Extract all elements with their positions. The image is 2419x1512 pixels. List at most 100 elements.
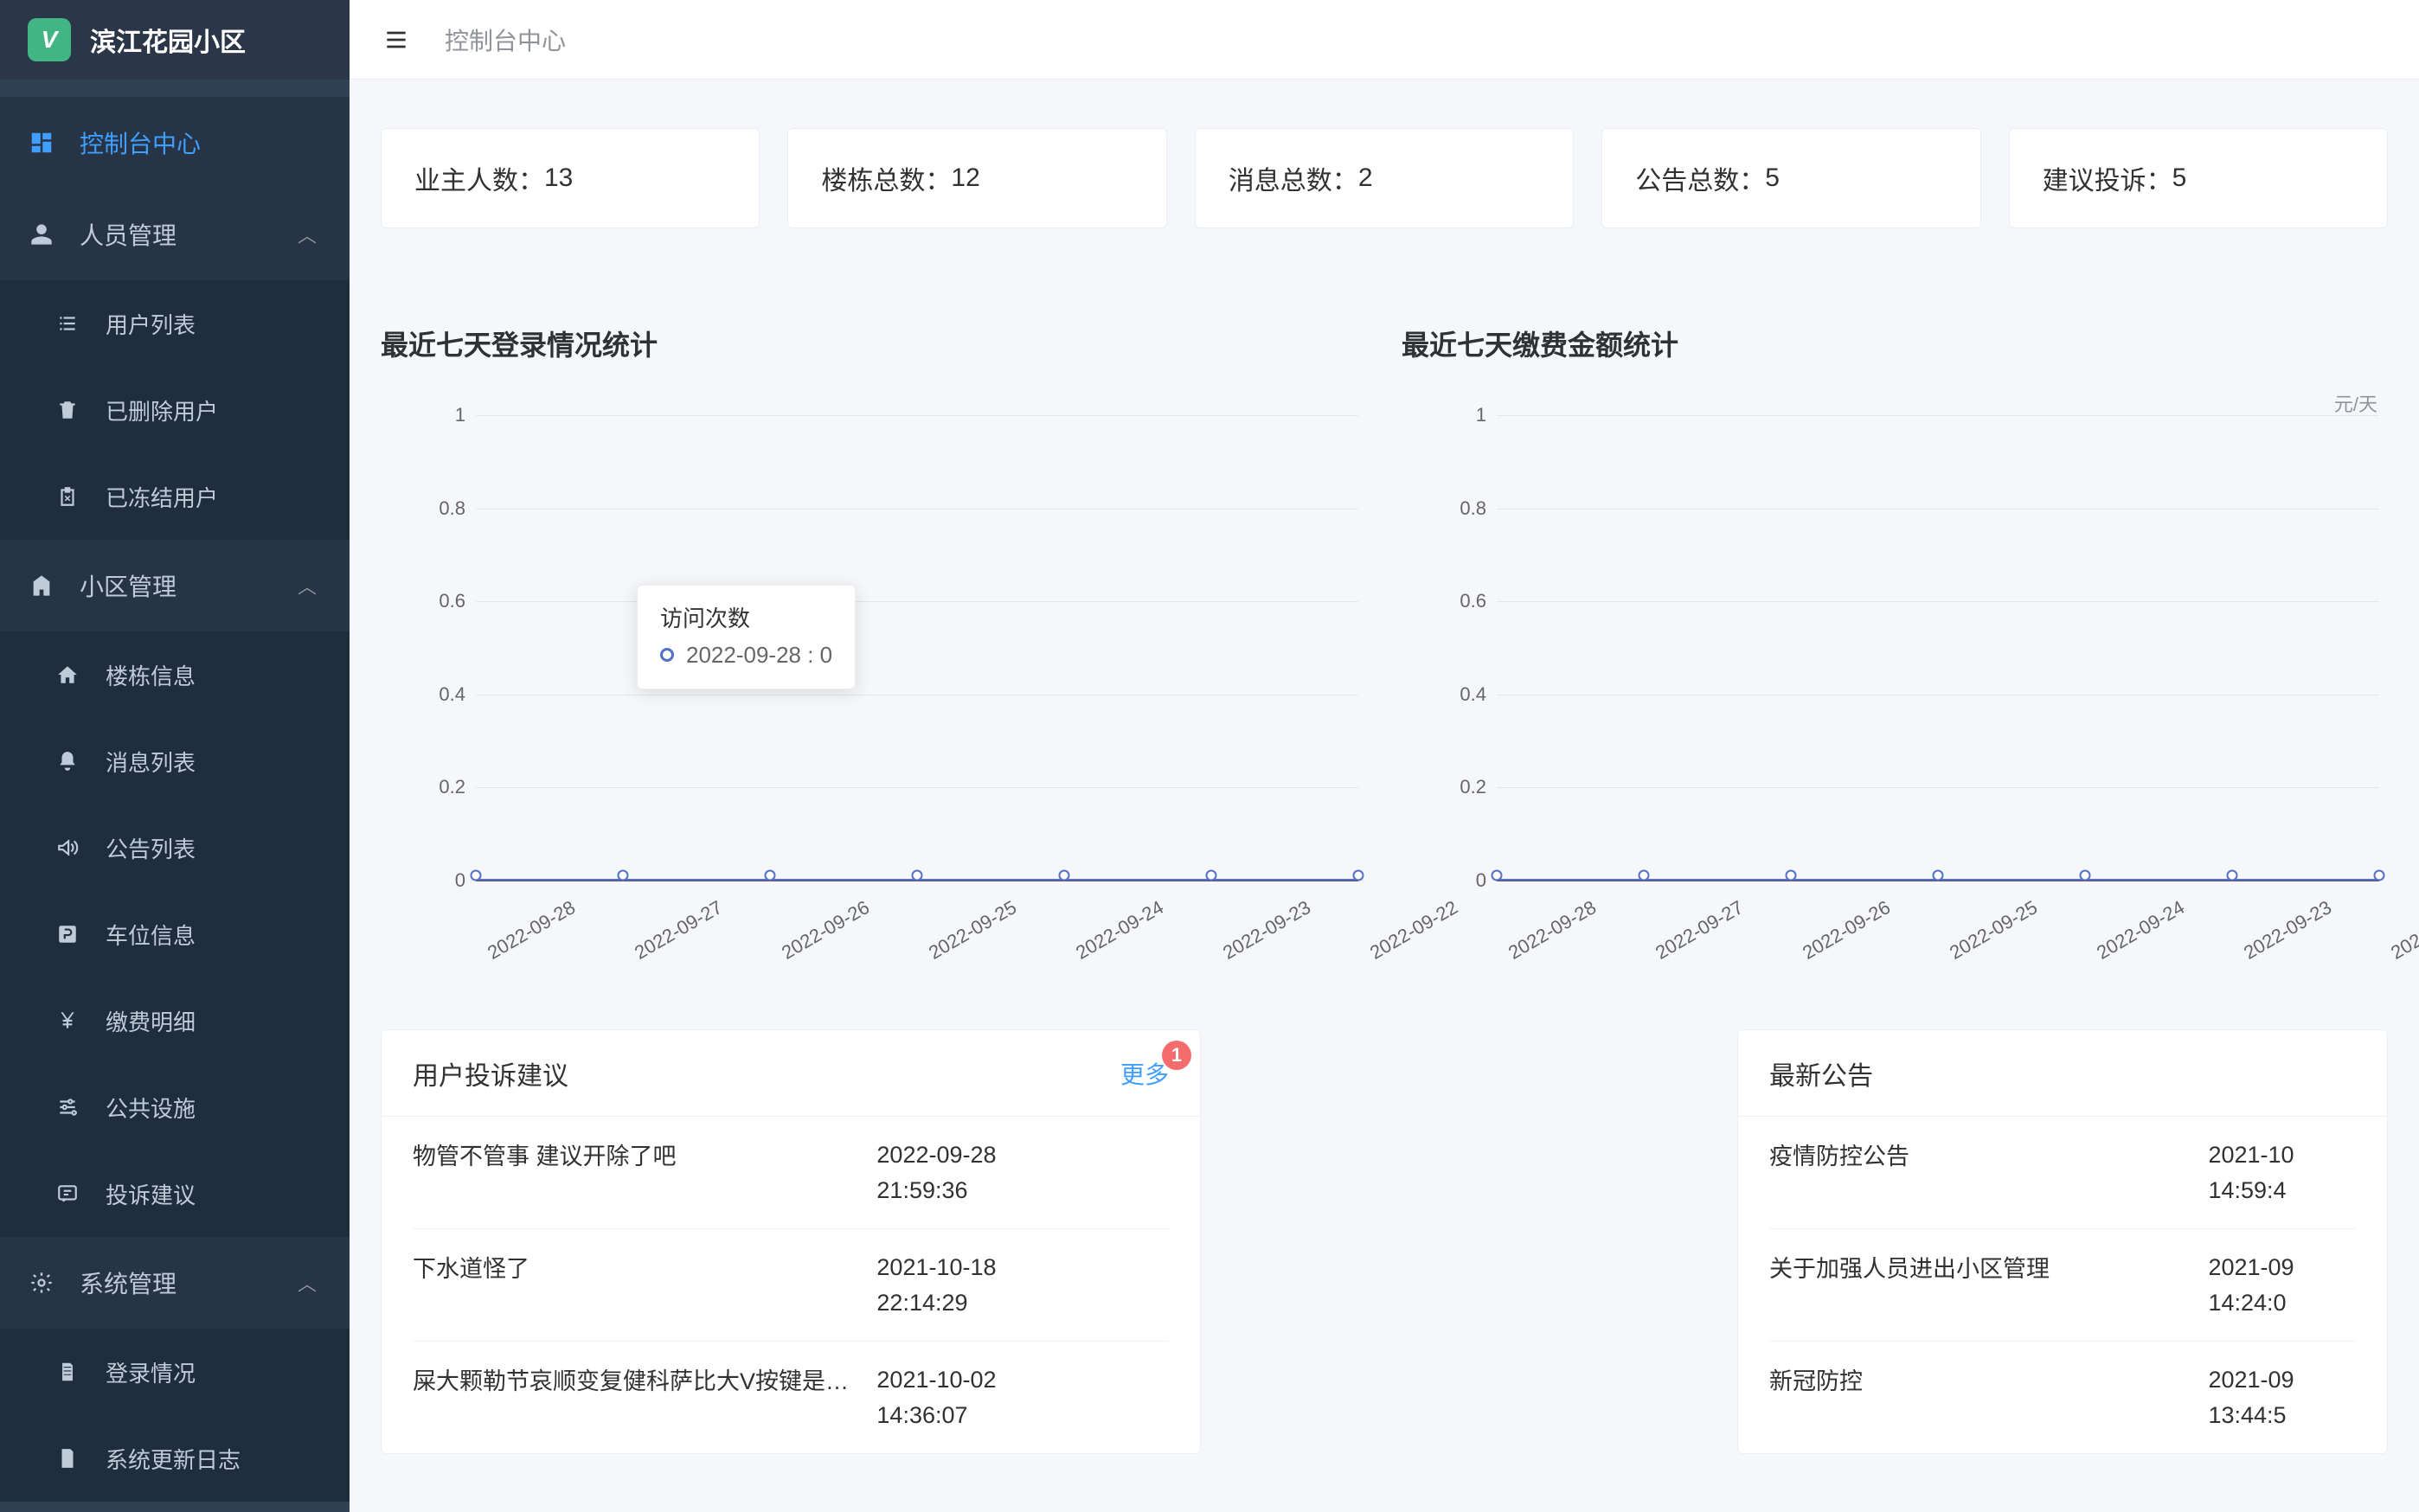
row-date: 2021-0914:24:0 bbox=[2208, 1250, 2356, 1320]
xtick: 2022-09-27 bbox=[1652, 896, 1747, 964]
chart-area[interactable]: 00.20.40.60.812022-09-282022-09-272022-0… bbox=[381, 415, 1367, 951]
xtick: 2022-09-24 bbox=[1072, 896, 1167, 964]
stat-label: 建议投诉： bbox=[2043, 159, 2172, 197]
sidebar-item-label: 登录情况 bbox=[106, 1356, 196, 1388]
list-item[interactable]: 物管不管事 建议开除了吧2022-09-2821:59:36 bbox=[413, 1117, 1169, 1229]
sidebar-group-community[interactable]: 小区管理 ︿ bbox=[0, 540, 350, 631]
toggle-sidebar-button[interactable] bbox=[382, 26, 410, 54]
panel-body: 物管不管事 建议开除了吧2022-09-2821:59:36下水道怪了2021-… bbox=[382, 1117, 1200, 1453]
sidebar-item-payment-details[interactable]: 缴费明细 bbox=[0, 977, 350, 1064]
xtick: 2022-09-23 bbox=[2240, 896, 2335, 964]
xtick: 2022-09-22 bbox=[2387, 896, 2419, 964]
sidebar-item-notice-list[interactable]: 公告列表 bbox=[0, 804, 350, 891]
row-date: 2022-09-2821:59:36 bbox=[876, 1137, 1169, 1208]
sidebar-item-message-list[interactable]: 消息列表 bbox=[0, 718, 350, 804]
gear-icon bbox=[26, 1271, 57, 1295]
data-point[interactable] bbox=[1639, 870, 1650, 881]
sidebar-group-system[interactable]: 系统管理 ︿ bbox=[0, 1237, 350, 1329]
chart-ylabel bbox=[381, 389, 1367, 410]
main: 控制台中心 业主人数：13 楼栋总数：12 消息总数：2 公告总数：5 建议投诉… bbox=[350, 0, 2419, 1512]
sidebar-group-personnel[interactable]: 人员管理 ︿ bbox=[0, 189, 350, 280]
row-title: 下水道怪了 bbox=[413, 1250, 876, 1320]
sidebar-item-login-log[interactable]: 登录情况 bbox=[0, 1329, 350, 1415]
sidebar-item-label: 系统更新日志 bbox=[106, 1443, 241, 1475]
yen-icon bbox=[52, 1009, 83, 1032]
data-point[interactable] bbox=[765, 870, 776, 881]
brand-title: 滨江花园小区 bbox=[90, 21, 246, 59]
data-point[interactable] bbox=[618, 870, 629, 881]
list-item[interactable]: 新冠防控2021-0913:44:5 bbox=[1769, 1342, 2356, 1453]
sidebar-item-building-info[interactable]: 楼栋信息 bbox=[0, 631, 350, 718]
ytick: 1 bbox=[1436, 404, 1486, 426]
sidebar-item-frozen-users[interactable]: 已冻结用户 bbox=[0, 453, 350, 540]
sidebar-item-label: 楼栋信息 bbox=[106, 659, 196, 691]
dashboard-icon bbox=[26, 130, 57, 156]
topbar: 控制台中心 bbox=[350, 0, 2419, 80]
brand-bar: V 滨江花园小区 bbox=[0, 0, 350, 80]
tooltip-title: 访问次数 bbox=[660, 601, 832, 637]
sidebar: V 滨江花园小区 控制台中心 人员管理 ︿ 用户列表 bbox=[0, 0, 350, 1512]
stat-label: 业主人数： bbox=[414, 159, 544, 197]
ytick: 0.4 bbox=[415, 683, 465, 706]
chevron-up-icon: ︿ bbox=[298, 221, 317, 248]
login-chart: 最近七天登录情况统计 00.20.40.60.812022-09-282022-… bbox=[381, 324, 1367, 951]
sidebar-item-label: 系统管理 bbox=[80, 1265, 176, 1300]
more-link[interactable]: 更多 1 bbox=[1120, 1056, 1169, 1091]
sidebar-item-parking-info[interactable]: 车位信息 bbox=[0, 891, 350, 977]
list-item[interactable]: 屎大颗勒节哀顺变复健科萨比大V按键是…2021-10-0214:36:07 bbox=[413, 1342, 1169, 1453]
data-point[interactable] bbox=[1933, 870, 1944, 881]
data-point[interactable] bbox=[1353, 870, 1364, 881]
panel-title: 最新公告 bbox=[1769, 1054, 1873, 1092]
sidebar-item-public-facilities[interactable]: 公共设施 bbox=[0, 1064, 350, 1150]
data-point[interactable] bbox=[912, 870, 923, 881]
sidebar-item-label: 小区管理 bbox=[80, 568, 176, 603]
list-item[interactable]: 疫情防控公告2021-1014:59:4 bbox=[1769, 1117, 2356, 1229]
notices-panel: 最新公告 疫情防控公告2021-1014:59:4关于加强人员进出小区管理202… bbox=[1737, 1029, 2388, 1454]
row-date: 2021-10-1822:14:29 bbox=[876, 1250, 1169, 1320]
stat-value: 5 bbox=[2172, 163, 2187, 193]
document-icon bbox=[52, 1447, 83, 1470]
stat-value: 5 bbox=[1765, 163, 1780, 193]
row-title: 新冠防控 bbox=[1769, 1362, 2208, 1432]
sidebar-item-label: 已冻结用户 bbox=[106, 481, 218, 513]
panel-title: 用户投诉建议 bbox=[413, 1054, 568, 1092]
sidebar-item-update-log[interactable]: 系统更新日志 bbox=[0, 1415, 350, 1502]
xtick: 2022-09-23 bbox=[1219, 896, 1314, 964]
data-point[interactable] bbox=[1059, 870, 1070, 881]
stat-value: 2 bbox=[1358, 163, 1373, 193]
sidebar-item-label: 车位信息 bbox=[106, 919, 196, 951]
data-point[interactable] bbox=[2227, 870, 2238, 881]
stat-value: 12 bbox=[951, 163, 979, 193]
data-point[interactable] bbox=[2374, 870, 2385, 881]
sidebar-item-deleted-users[interactable]: 已删除用户 bbox=[0, 367, 350, 453]
data-point[interactable] bbox=[471, 870, 482, 881]
data-point[interactable] bbox=[1206, 870, 1217, 881]
row-date: 2021-0913:44:5 bbox=[2208, 1362, 2356, 1432]
message-icon bbox=[52, 1182, 83, 1205]
sidebar-item-label: 公共设施 bbox=[106, 1092, 196, 1124]
chevron-up-icon: ︿ bbox=[298, 1269, 317, 1297]
data-point[interactable] bbox=[2080, 870, 2091, 881]
tooltip-marker-icon bbox=[660, 648, 674, 662]
list-item[interactable]: 关于加强人员进出小区管理2021-0914:24:0 bbox=[1769, 1229, 2356, 1342]
stat-card-buildings: 楼栋总数：12 bbox=[787, 128, 1166, 228]
data-point[interactable] bbox=[1492, 870, 1503, 881]
data-point[interactable] bbox=[1786, 870, 1797, 881]
home-icon bbox=[52, 663, 83, 686]
sidebar-item-complaint-suggestion[interactable]: 投诉建议 bbox=[0, 1150, 350, 1237]
ytick: 0.2 bbox=[1436, 776, 1486, 798]
stat-label: 消息总数： bbox=[1229, 159, 1358, 197]
sidebar-item-label: 公告列表 bbox=[106, 832, 196, 864]
document-icon bbox=[52, 1361, 83, 1383]
clipboard-x-icon bbox=[52, 485, 83, 508]
panel-header: 用户投诉建议 更多 1 bbox=[382, 1030, 1200, 1117]
sidebar-item-user-list[interactable]: 用户列表 bbox=[0, 280, 350, 367]
sidebar-sub-community: 楼栋信息 消息列表 公告列表 车位信息 缴费明细 bbox=[0, 631, 350, 1237]
chart-area[interactable]: 00.20.40.60.812022-09-282022-09-272022-0… bbox=[1402, 415, 2388, 951]
list-item[interactable]: 下水道怪了2021-10-1822:14:29 bbox=[413, 1229, 1169, 1342]
badge: 1 bbox=[1162, 1041, 1191, 1070]
xtick: 2022-09-26 bbox=[1799, 896, 1894, 964]
sidebar-item-dashboard[interactable]: 控制台中心 bbox=[0, 97, 350, 189]
sliders-icon bbox=[52, 1096, 83, 1118]
list-icon bbox=[52, 312, 83, 335]
